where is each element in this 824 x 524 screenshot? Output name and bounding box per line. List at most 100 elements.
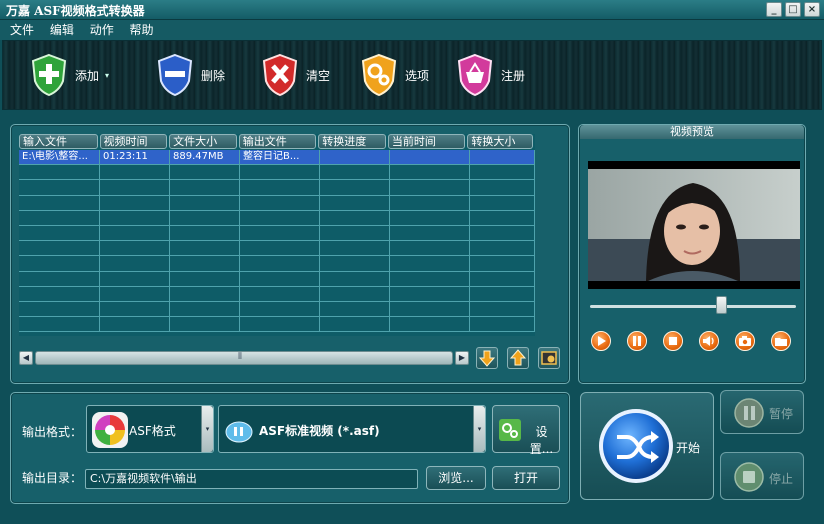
start-button[interactable]: 开始: [580, 392, 714, 500]
seek-slider-track[interactable]: [590, 305, 796, 308]
options-label: 选项: [405, 68, 430, 83]
profile-select[interactable]: ASF标准视频 (*.asf) ▾: [218, 405, 486, 453]
format-dropdown-icon[interactable]: ▾: [201, 406, 213, 452]
close-button[interactable]: ×: [804, 2, 820, 17]
cell-current-time: [390, 150, 470, 165]
table-cell-empty: [170, 210, 240, 225]
clear-button[interactable]: 清空: [260, 53, 330, 97]
pause-button[interactable]: 暂停: [720, 390, 804, 434]
table-row[interactable]: E:\电影\整容... 01:23:11 889.47MB 整容日记B...: [19, 150, 535, 166]
table-row-empty: [19, 317, 535, 333]
table-cell-empty: [390, 271, 470, 286]
table-cell-empty: [100, 286, 170, 301]
move-up-button[interactable]: [507, 347, 529, 369]
format-value: ASF格式: [129, 424, 176, 438]
col-progress[interactable]: 转换进度: [318, 134, 386, 149]
media-info-button[interactable]: [538, 347, 560, 369]
menu-action[interactable]: 动作: [90, 20, 114, 40]
scroll-track[interactable]: ⦀: [35, 351, 453, 365]
scroll-right-icon[interactable]: ▶: [455, 351, 469, 365]
table-cell-empty: [240, 256, 320, 271]
horizontal-scrollbar[interactable]: ◀ ⦀ ▶: [19, 350, 469, 366]
table-cell-empty: [170, 180, 240, 195]
table-cell-empty: [100, 317, 170, 332]
remove-shield-icon: [157, 53, 193, 97]
register-button[interactable]: 注册: [455, 53, 525, 97]
col-file-size[interactable]: 文件大小: [169, 134, 237, 149]
window-controls: _ □ ×: [766, 2, 820, 17]
table-cell-empty: [470, 210, 535, 225]
clear-shield-icon: [262, 53, 298, 97]
table-cell-empty: [240, 225, 320, 241]
stop-preview-button[interactable]: [663, 331, 683, 351]
table-cell-empty: [170, 195, 240, 210]
table-cell-empty: [100, 165, 170, 180]
format-select[interactable]: ASF格式 ▾: [86, 405, 214, 453]
table-cell-empty: [470, 271, 535, 286]
add-dropdown-icon[interactable]: ▾: [105, 71, 109, 80]
options-button[interactable]: 选项: [359, 53, 429, 97]
table-cell-empty: [19, 286, 100, 301]
minimize-button[interactable]: _: [766, 2, 782, 17]
table-cell-empty: [470, 165, 535, 180]
maximize-button[interactable]: □: [785, 2, 801, 17]
cell-progress: [320, 150, 390, 165]
stop-button[interactable]: 停止: [720, 452, 804, 500]
cell-input-file: E:\电影\整容...: [19, 150, 100, 165]
menu-help[interactable]: 帮助: [130, 20, 154, 40]
start-label: 开始: [676, 441, 701, 455]
volume-button[interactable]: [699, 331, 719, 351]
table-cell-empty: [240, 286, 320, 301]
table-cell-empty: [240, 271, 320, 286]
register-label: 注册: [501, 68, 526, 83]
table-cell-empty: [320, 165, 390, 180]
delete-button[interactable]: 删除: [155, 53, 225, 97]
table-cell-empty: [100, 241, 170, 256]
col-output-file[interactable]: 输出文件: [238, 134, 317, 149]
table-cell-empty: [240, 317, 320, 332]
menu-edit[interactable]: 编辑: [50, 20, 74, 40]
profile-dropdown-icon[interactable]: ▾: [473, 406, 485, 452]
cell-file-size: 889.47MB: [170, 150, 240, 165]
table-cell-empty: [390, 317, 470, 332]
table-cell-empty: [100, 271, 170, 286]
table-cell-empty: [390, 241, 470, 256]
add-button[interactable]: 添加 ▾: [29, 53, 109, 97]
col-current-time[interactable]: 当前时间: [387, 134, 466, 149]
table-cell-empty: [100, 180, 170, 195]
open-button[interactable]: 打开: [492, 466, 560, 490]
table-cell-empty: [19, 180, 100, 195]
browse-button[interactable]: 浏览...: [426, 466, 486, 490]
menu-file[interactable]: 文件: [10, 20, 34, 40]
table-cell-empty: [100, 210, 170, 225]
table-cell-empty: [19, 210, 100, 225]
seek-slider-knob[interactable]: [716, 296, 727, 314]
pause-preview-button[interactable]: [627, 331, 647, 351]
output-dir-field[interactable]: C:\万嘉视频软件\输出: [85, 469, 418, 489]
table-cell-empty: [470, 225, 535, 241]
title-bar: 万嘉 ASF视频格式转换器 _ □ ×: [0, 0, 824, 20]
table-cell-empty: [320, 286, 390, 301]
table-cell-empty: [170, 271, 240, 286]
play-button[interactable]: [591, 331, 611, 351]
table-cell-empty: [170, 286, 240, 301]
col-video-time[interactable]: 视频时间: [99, 134, 168, 149]
settings-button[interactable]: 设置...: [492, 405, 560, 456]
table-cell-empty: [19, 195, 100, 210]
move-down-button[interactable]: [476, 347, 498, 369]
table-row-empty: [19, 301, 535, 318]
stop-label: 停止: [769, 472, 794, 486]
col-converted-size[interactable]: 转换大小: [467, 134, 533, 149]
table-row-empty: [19, 241, 535, 257]
scroll-left-icon[interactable]: ◀: [19, 351, 33, 365]
table-cell-empty: [390, 195, 470, 210]
window-title: 万嘉 ASF视频格式转换器: [6, 4, 145, 18]
table-cell-empty: [170, 301, 240, 317]
snapshot-button[interactable]: [735, 331, 755, 351]
profile-value: ASF标准视频 (*.asf): [259, 424, 380, 438]
col-input-file[interactable]: 输入文件: [19, 134, 98, 149]
table-cell-empty: [390, 286, 470, 301]
folder-icon: [775, 338, 787, 346]
open-folder-button[interactable]: [771, 331, 791, 351]
table-cell-empty: [390, 256, 470, 271]
